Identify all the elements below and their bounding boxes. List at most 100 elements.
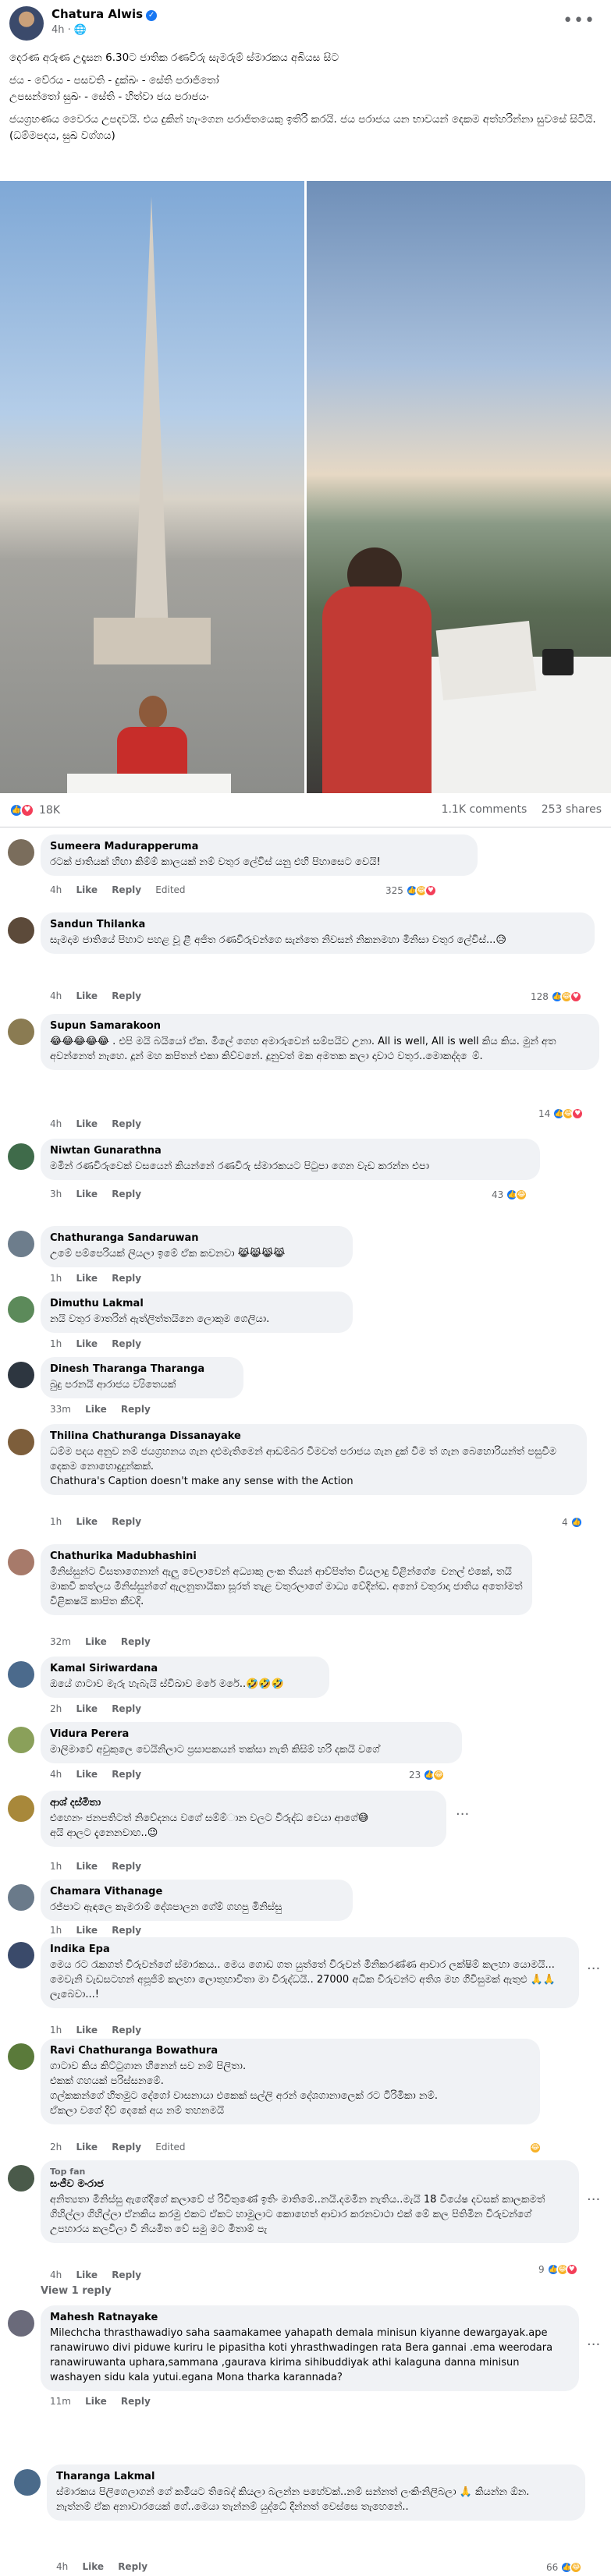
comment-time[interactable]: 33m (50, 1404, 71, 1415)
commenter-name[interactable]: Indika Epa (50, 1944, 570, 1955)
comment-reactions[interactable]: 14 👍 😂 ♥ (538, 1107, 584, 1120)
avatar[interactable] (8, 1661, 34, 1688)
commenter-name[interactable]: Mahesh Ratnayake (50, 2312, 570, 2323)
comment-time[interactable]: 1h (50, 1273, 62, 1284)
like-button[interactable]: Like (76, 990, 98, 1001)
comment-reactions[interactable]: 128 👍 😂 ♥ (531, 990, 582, 1003)
comment-time[interactable]: 1h (50, 1338, 62, 1349)
commenter-name[interactable]: සංජීව මංරාජ (50, 2178, 570, 2190)
comment-options-icon[interactable]: ··· (587, 1961, 600, 1977)
like-button[interactable]: Like (76, 1769, 98, 1780)
avatar[interactable] (8, 1143, 34, 1170)
comment-time[interactable]: 1h (50, 1516, 62, 1527)
comment-reactions[interactable]: 23 👍 😂 (409, 1769, 446, 1781)
commenter-name[interactable]: Kamal Siriwardana (50, 1663, 320, 1674)
avatar[interactable] (8, 2310, 34, 2337)
commenter-name[interactable]: Tharanga Lakmal (56, 2471, 576, 2482)
avatar[interactable] (8, 1795, 34, 1822)
reply-button[interactable]: Reply (112, 884, 141, 895)
commenter-name[interactable]: Dinesh Tharanga Tharanga (50, 1363, 234, 1375)
like-button[interactable]: Like (76, 2025, 98, 2036)
comment-reactions[interactable]: 66 👍 😂 (546, 2561, 583, 2574)
commenter-name[interactable]: Chathuranga Sandaruwan (50, 1232, 343, 1244)
commenter-name[interactable]: ආශ් දස්මිතා (50, 1797, 437, 1809)
like-button[interactable]: Like (85, 1404, 107, 1415)
avatar[interactable] (8, 1429, 34, 1455)
more-options-icon[interactable]: ••• (563, 11, 595, 30)
view-replies-link[interactable]: View 1 reply (41, 2285, 112, 2297)
comment-time[interactable]: 4h (50, 990, 62, 1001)
comment-time[interactable]: 1h (50, 2025, 62, 2036)
like-button[interactable]: Like (76, 1925, 98, 1936)
like-button[interactable]: Like (82, 2561, 104, 2572)
reply-button[interactable]: Reply (112, 2270, 141, 2280)
comment-time[interactable]: 4h (50, 2270, 62, 2280)
avatar[interactable] (8, 2043, 34, 2070)
avatar[interactable] (8, 917, 34, 944)
reply-button[interactable]: Reply (112, 1118, 141, 1129)
reply-button[interactable]: Reply (112, 1273, 141, 1284)
author-name[interactable]: Chatura Alwis (52, 7, 143, 21)
avatar[interactable] (8, 1549, 34, 1575)
like-button[interactable]: Like (76, 1861, 98, 1872)
reply-button[interactable]: Reply (121, 1636, 151, 1647)
comment-options-icon[interactable]: ··· (456, 1806, 469, 1823)
comment-reactions[interactable]: 9 👍 😂 ♥ (538, 2263, 578, 2276)
commenter-name[interactable]: Thilina Chathuranga Dissanayake (50, 1430, 577, 1442)
like-button[interactable]: Like (76, 1338, 98, 1349)
commenter-name[interactable]: Ravi Chathuranga Bowathura (50, 2045, 531, 2057)
reply-button[interactable]: Reply (112, 1925, 141, 1936)
like-button[interactable]: Like (85, 1636, 107, 1647)
reply-button[interactable]: Reply (112, 1861, 141, 1872)
comment-time[interactable]: 1h (50, 1861, 62, 1872)
like-button[interactable]: Like (76, 1273, 98, 1284)
comment-time[interactable]: 3h (50, 1189, 62, 1199)
like-button[interactable]: Like (76, 1189, 98, 1199)
reply-button[interactable]: Reply (112, 1769, 141, 1780)
comment-time[interactable]: 4h (56, 2561, 68, 2572)
avatar[interactable] (8, 1727, 34, 1753)
comment-time[interactable]: 2h (50, 2142, 62, 2153)
comment-options-icon[interactable]: ··· (587, 2337, 600, 2353)
avatar[interactable] (8, 839, 34, 866)
reply-button[interactable]: Reply (121, 1404, 151, 1415)
avatar[interactable] (8, 2165, 34, 2192)
reply-button[interactable]: Reply (112, 2142, 141, 2153)
like-button[interactable]: Like (76, 1118, 98, 1129)
commenter-name[interactable]: Dimuthu Lakmal (50, 1298, 343, 1309)
comment-reactions[interactable]: 325 👍 😂 ♥ (385, 884, 437, 897)
comment-time[interactable]: 4h (50, 1118, 62, 1129)
reply-button[interactable]: Reply (121, 2396, 151, 2407)
reply-button[interactable]: Reply (118, 2561, 147, 2572)
like-button[interactable]: Like (76, 884, 98, 895)
avatar[interactable] (8, 1296, 34, 1323)
commenter-name[interactable]: Niwtan Gunarathna (50, 1145, 531, 1157)
shares-count[interactable]: 253 shares (542, 803, 602, 816)
comment-time[interactable]: 4h (50, 1769, 62, 1780)
avatar[interactable] (8, 1884, 34, 1911)
commenter-name[interactable]: Sandun Thilanka (50, 919, 585, 930)
commenter-name[interactable]: Chamara Vithanage (50, 1886, 343, 1897)
commenter-name[interactable]: Chathurika Madubhashini (50, 1550, 523, 1562)
photo-presenter[interactable] (307, 181, 611, 793)
like-button[interactable]: Like (76, 2142, 98, 2153)
like-button[interactable]: Like (76, 1703, 98, 1714)
commenter-name[interactable]: Sumeera Madurapperuma (50, 841, 468, 852)
comment-reactions[interactable]: 43 👍 😂 (492, 1189, 528, 1201)
like-button[interactable]: Like (76, 2270, 98, 2280)
reply-button[interactable]: Reply (112, 1338, 141, 1349)
comment-time[interactable]: 4h (50, 884, 62, 895)
avatar[interactable] (8, 1019, 34, 1045)
comments-count[interactable]: 1.1K comments (442, 803, 528, 816)
reply-button[interactable]: Reply (112, 1516, 141, 1527)
reply-button[interactable]: Reply (112, 990, 141, 1001)
avatar[interactable] (14, 2469, 41, 2496)
like-button[interactable]: Like (85, 2396, 107, 2407)
commenter-name[interactable]: Vidura Perera (50, 1728, 453, 1740)
reply-button[interactable]: Reply (112, 1703, 141, 1714)
author-avatar[interactable] (9, 6, 44, 41)
reply-button[interactable]: Reply (112, 1189, 141, 1199)
photo-monument[interactable] (0, 181, 304, 793)
avatar[interactable] (8, 1942, 34, 1968)
post-time[interactable]: 4h (52, 24, 65, 36)
